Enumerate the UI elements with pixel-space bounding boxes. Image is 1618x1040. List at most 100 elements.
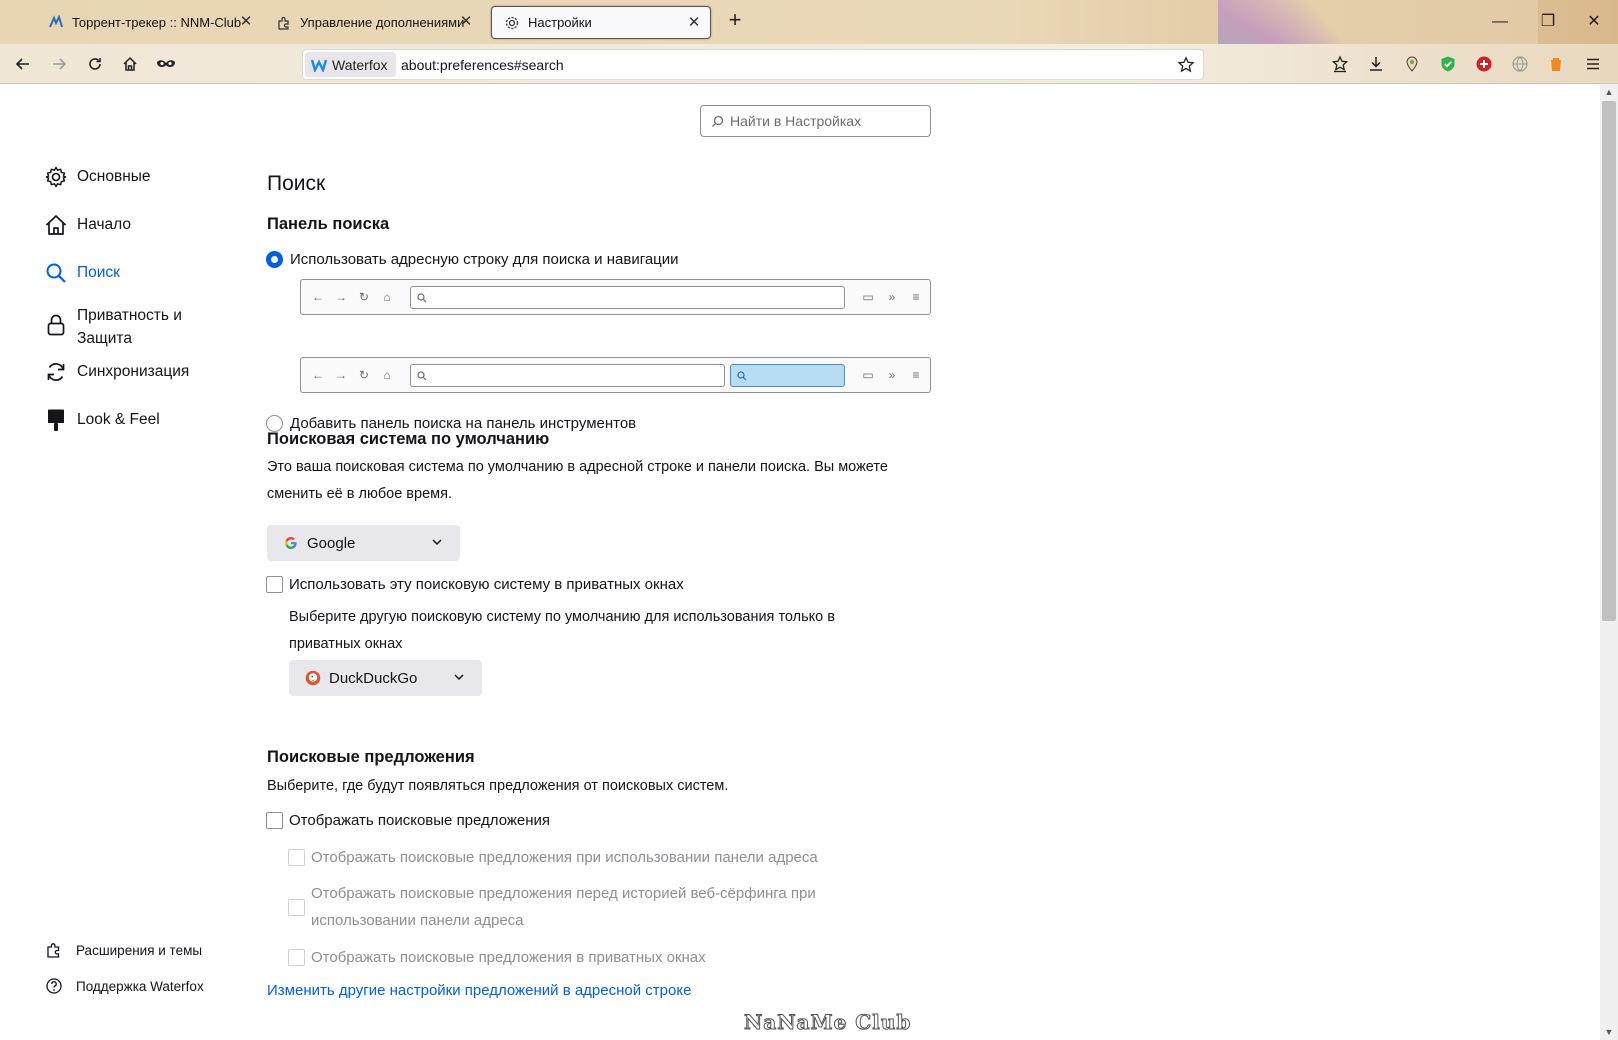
checkbox[interactable] bbox=[288, 898, 305, 916]
forward-button[interactable] bbox=[45, 51, 73, 77]
tab-title: Торрент-трекер :: NNM-Club bbox=[72, 15, 242, 30]
scroll-up-arrow-icon[interactable]: ▲ bbox=[1604, 87, 1614, 97]
extension-button-1[interactable] bbox=[1401, 53, 1423, 75]
home-button[interactable] bbox=[116, 51, 144, 77]
globe-icon bbox=[1512, 56, 1528, 72]
orange-bin-icon bbox=[1551, 58, 1561, 71]
checkbox-label: Отображать поисковые предложения bbox=[289, 812, 551, 829]
search-bar-heading: Панель поиска bbox=[267, 215, 390, 233]
maximize-button[interactable]: ❐ bbox=[1536, 10, 1560, 34]
checkbox[interactable] bbox=[288, 849, 305, 866]
private-engine-dropdown[interactable]: DuckDuckGo bbox=[289, 660, 482, 696]
tab-nnm-club[interactable]: Торрент-трекер :: NNM-Club ✕ bbox=[36, 6, 262, 39]
help-icon bbox=[44, 976, 64, 996]
chevron-down-icon bbox=[432, 539, 442, 546]
support-link[interactable]: Поддержка Waterfox bbox=[44, 976, 204, 996]
category-sync[interactable]: Синхронизация bbox=[44, 360, 189, 384]
sidebar-icon: ▭ bbox=[862, 368, 874, 382]
tab-bar: Торрент-трекер :: NNM-Club ✕ Управление … bbox=[0, 0, 1618, 44]
sync-icon bbox=[44, 360, 68, 384]
show-suggestions-checkbox[interactable]: Отображать поисковые предложения bbox=[266, 812, 550, 829]
private-mask-button[interactable] bbox=[152, 51, 180, 77]
checkbox[interactable] bbox=[266, 812, 283, 829]
suggestions-private-checkbox[interactable]: Отображать поисковые предложения в прива… bbox=[288, 949, 706, 966]
close-tab-icon[interactable]: ✕ bbox=[458, 14, 474, 30]
extension-globe-button[interactable] bbox=[1509, 53, 1531, 75]
category-label: Синхронизация bbox=[77, 363, 190, 380]
hamburger-menu-icon: ≡ bbox=[912, 290, 920, 304]
tab-addons[interactable]: Управление дополнениями ✕ bbox=[264, 6, 482, 39]
category-general[interactable]: Основные bbox=[44, 165, 151, 189]
lock-icon bbox=[44, 313, 68, 337]
tab-title: Управление дополнениями bbox=[300, 15, 465, 30]
waterfox-logo-icon bbox=[311, 58, 327, 72]
checkbox-label: Использовать эту поисковую систему в при… bbox=[289, 576, 684, 593]
extension-red-plus-button[interactable] bbox=[1473, 53, 1495, 75]
minimize-button[interactable]: — bbox=[1488, 10, 1512, 34]
bookmarks-menu-button[interactable] bbox=[1329, 53, 1351, 75]
forward-arrow-icon: → bbox=[335, 368, 347, 382]
search-preferences-placeholder: Найти в Настройках bbox=[730, 113, 862, 129]
radio-button-selected[interactable] bbox=[266, 251, 283, 268]
private-engine-checkbox[interactable]: Использовать эту поисковую систему в при… bbox=[266, 576, 684, 593]
downloads-button[interactable] bbox=[1365, 53, 1387, 75]
hamburger-menu-icon bbox=[1587, 58, 1599, 70]
paintbrush-icon bbox=[44, 408, 68, 432]
url-text[interactable]: about:preferences#search bbox=[401, 57, 564, 73]
navigation-toolbar: Waterfox about:preferences#search bbox=[0, 44, 1618, 84]
scrollbar-thumb[interactable] bbox=[1602, 101, 1616, 621]
close-window-button[interactable]: ✕ bbox=[1582, 10, 1606, 34]
nnm-club-icon bbox=[48, 14, 64, 31]
extension-orange-button[interactable] bbox=[1545, 53, 1567, 75]
back-arrow-icon: ← bbox=[312, 290, 324, 304]
category-search[interactable]: Поиск bbox=[44, 261, 120, 285]
identity-box[interactable]: Waterfox bbox=[305, 52, 396, 77]
category-look-and-feel[interactable]: Look & Feel bbox=[44, 408, 160, 432]
category-label: Поиск bbox=[77, 264, 120, 281]
url-bar[interactable]: Waterfox about:preferences#search bbox=[302, 49, 1204, 80]
new-tab-button[interactable]: + bbox=[724, 9, 746, 32]
home-icon bbox=[44, 213, 68, 237]
preview-urlbar bbox=[410, 286, 845, 309]
suggestions-before-history-checkbox[interactable]: Отображать поисковые предложения перед и… bbox=[288, 880, 851, 934]
urlbar-suggestion-settings-link[interactable]: Изменить другие настройки предложений в … bbox=[267, 982, 691, 999]
gear-icon bbox=[44, 165, 68, 189]
search-preferences-input[interactable]: Найти в Настройках bbox=[700, 105, 931, 137]
watermark: NaNaMe Club bbox=[743, 1010, 912, 1035]
extension-shield-button[interactable] bbox=[1437, 53, 1459, 75]
default-engine-dropdown[interactable]: Google bbox=[267, 525, 460, 561]
checkbox-label: Отображать поисковые предложения в прива… bbox=[311, 949, 706, 966]
tab-settings[interactable]: Настройки ✕ bbox=[491, 6, 711, 39]
search-icon bbox=[737, 371, 747, 381]
extension-pin-icon bbox=[1406, 56, 1418, 72]
back-button[interactable] bbox=[9, 51, 37, 77]
category-privacy[interactable]: Приватность и Защита bbox=[44, 304, 205, 350]
preferences-page: Найти в Настройках Основные Начало Поиск… bbox=[0, 84, 1618, 1040]
chevron-down-icon bbox=[454, 674, 464, 681]
app-menu-button[interactable] bbox=[1582, 53, 1604, 75]
preview-searchbar bbox=[730, 364, 845, 387]
close-tab-icon[interactable]: ✕ bbox=[686, 15, 702, 31]
radio-use-urlbar[interactable]: Использовать адресную строку для поиска … bbox=[266, 251, 679, 268]
bookmark-star-button[interactable] bbox=[1175, 54, 1197, 76]
google-icon bbox=[283, 535, 299, 551]
checkbox[interactable] bbox=[266, 576, 283, 593]
default-engine-value: Google bbox=[307, 534, 356, 552]
checkbox[interactable] bbox=[288, 949, 305, 966]
scroll-down-arrow-icon[interactable]: ▼ bbox=[1604, 1027, 1614, 1037]
checkbox-label: Отображать поисковые предложения при исп… bbox=[311, 849, 818, 866]
checkbox-label: Отображать поисковые предложения перед и… bbox=[311, 885, 816, 929]
search-icon bbox=[44, 261, 68, 285]
category-home[interactable]: Начало bbox=[44, 213, 131, 237]
suggestions-urlbar-checkbox[interactable]: Отображать поисковые предложения при исп… bbox=[288, 849, 818, 866]
private-engine-value: DuckDuckGo bbox=[329, 669, 418, 687]
addons-and-themes-link[interactable]: Расширения и темы bbox=[44, 940, 202, 960]
home-icon: ⌂ bbox=[383, 368, 391, 382]
red-plus-icon bbox=[1476, 56, 1492, 72]
reload-button[interactable] bbox=[81, 51, 109, 77]
private-engine-description: Выберите другую поисковую систему по умо… bbox=[289, 609, 835, 652]
close-tab-icon[interactable]: ✕ bbox=[238, 14, 254, 30]
star-icon bbox=[1177, 56, 1195, 73]
category-label: Основные bbox=[77, 168, 151, 185]
back-arrow-icon bbox=[15, 58, 29, 70]
